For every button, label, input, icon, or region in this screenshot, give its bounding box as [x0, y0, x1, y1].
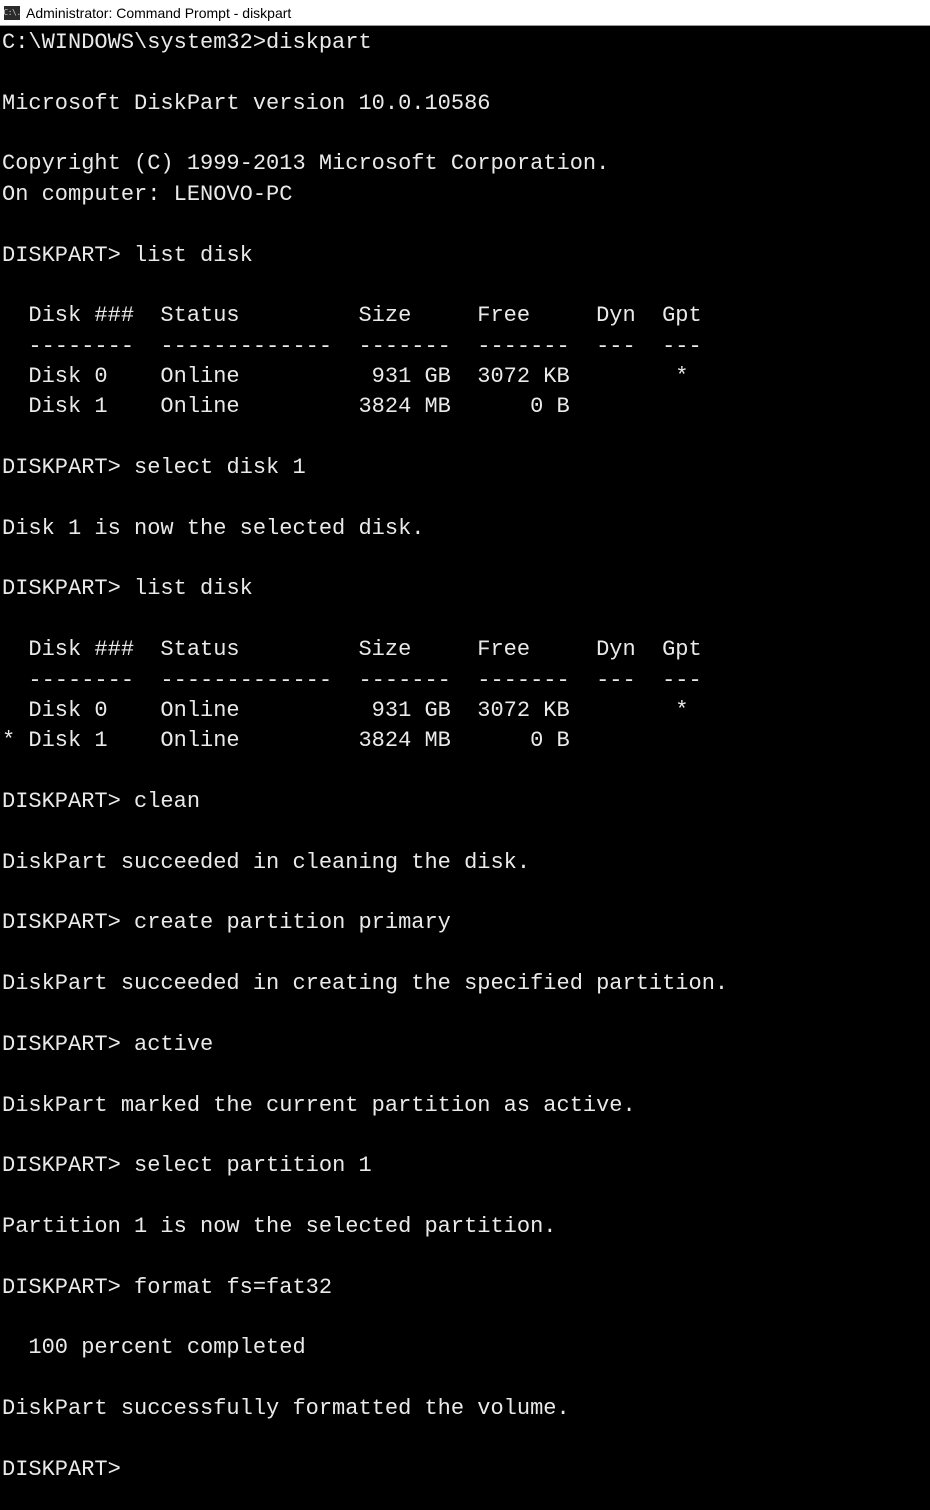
msg-format-ok: DiskPart successfully formatted the volu…	[2, 1396, 570, 1421]
diskpart-prompt: DISKPART>	[2, 1457, 121, 1482]
terminal-output[interactable]: C:\WINDOWS\system32>diskpart Microsoft D…	[0, 26, 930, 1510]
cmd-format: format fs=fat32	[134, 1275, 332, 1300]
diskpart-prompt: DISKPART>	[2, 1032, 121, 1057]
copyright-line: Copyright (C) 1999-2013 Microsoft Corpor…	[2, 151, 609, 176]
diskpart-prompt: DISKPART>	[2, 576, 121, 601]
disk-row-1: * Disk 1 Online 3824 MB 0 B	[2, 728, 570, 753]
msg-create-ok: DiskPart succeeded in creating the speci…	[2, 971, 728, 996]
disk-table-header: Disk ### Status Size Free Dyn Gpt	[2, 303, 702, 328]
diskpart-prompt: DISKPART>	[2, 455, 121, 480]
diskpart-prompt: DISKPART>	[2, 789, 121, 814]
initial-prompt: C:\WINDOWS\system32>	[2, 30, 266, 55]
cmd-diskpart: diskpart	[266, 30, 372, 55]
computer-line: On computer: LENOVO-PC	[2, 182, 292, 207]
msg-disk1-selected: Disk 1 is now the selected disk.	[2, 516, 424, 541]
msg-clean-ok: DiskPart succeeded in cleaning the disk.	[2, 850, 530, 875]
disk-row-1: Disk 1 Online 3824 MB 0 B	[2, 394, 570, 419]
cmd-select-part-1: select partition 1	[134, 1153, 372, 1178]
titlebar[interactable]: C:\. Administrator: Command Prompt - dis…	[0, 0, 930, 26]
cmd-active: active	[134, 1032, 213, 1057]
msg-format-progress: 100 percent completed	[2, 1335, 306, 1360]
diskpart-prompt: DISKPART>	[2, 243, 121, 268]
cmd-list-disk: list disk	[134, 243, 253, 268]
diskpart-prompt: DISKPART>	[2, 1275, 121, 1300]
cmd-list-disk: list disk	[134, 576, 253, 601]
disk-row-0: Disk 0 Online 931 GB 3072 KB *	[2, 364, 689, 389]
disk-row-0: Disk 0 Online 931 GB 3072 KB *	[2, 698, 689, 723]
cmd-icon: C:\.	[4, 6, 20, 20]
msg-active-ok: DiskPart marked the current partition as…	[2, 1093, 636, 1118]
command-prompt-window: C:\. Administrator: Command Prompt - dis…	[0, 0, 930, 1510]
disk-table-header: Disk ### Status Size Free Dyn Gpt	[2, 637, 702, 662]
msg-part1-selected: Partition 1 is now the selected partitio…	[2, 1214, 557, 1239]
diskpart-prompt: DISKPART>	[2, 910, 121, 935]
disk-table-divider: -------- ------------- ------- ------- -…	[2, 334, 702, 359]
cmd-create-part: create partition primary	[134, 910, 451, 935]
cmd-clean: clean	[134, 789, 200, 814]
version-line: Microsoft DiskPart version 10.0.10586	[2, 91, 490, 116]
cmd-select-disk-1: select disk 1	[134, 455, 306, 480]
diskpart-prompt: DISKPART>	[2, 1153, 121, 1178]
disk-table-divider: -------- ------------- ------- ------- -…	[2, 668, 702, 693]
window-title: Administrator: Command Prompt - diskpart	[26, 5, 291, 21]
